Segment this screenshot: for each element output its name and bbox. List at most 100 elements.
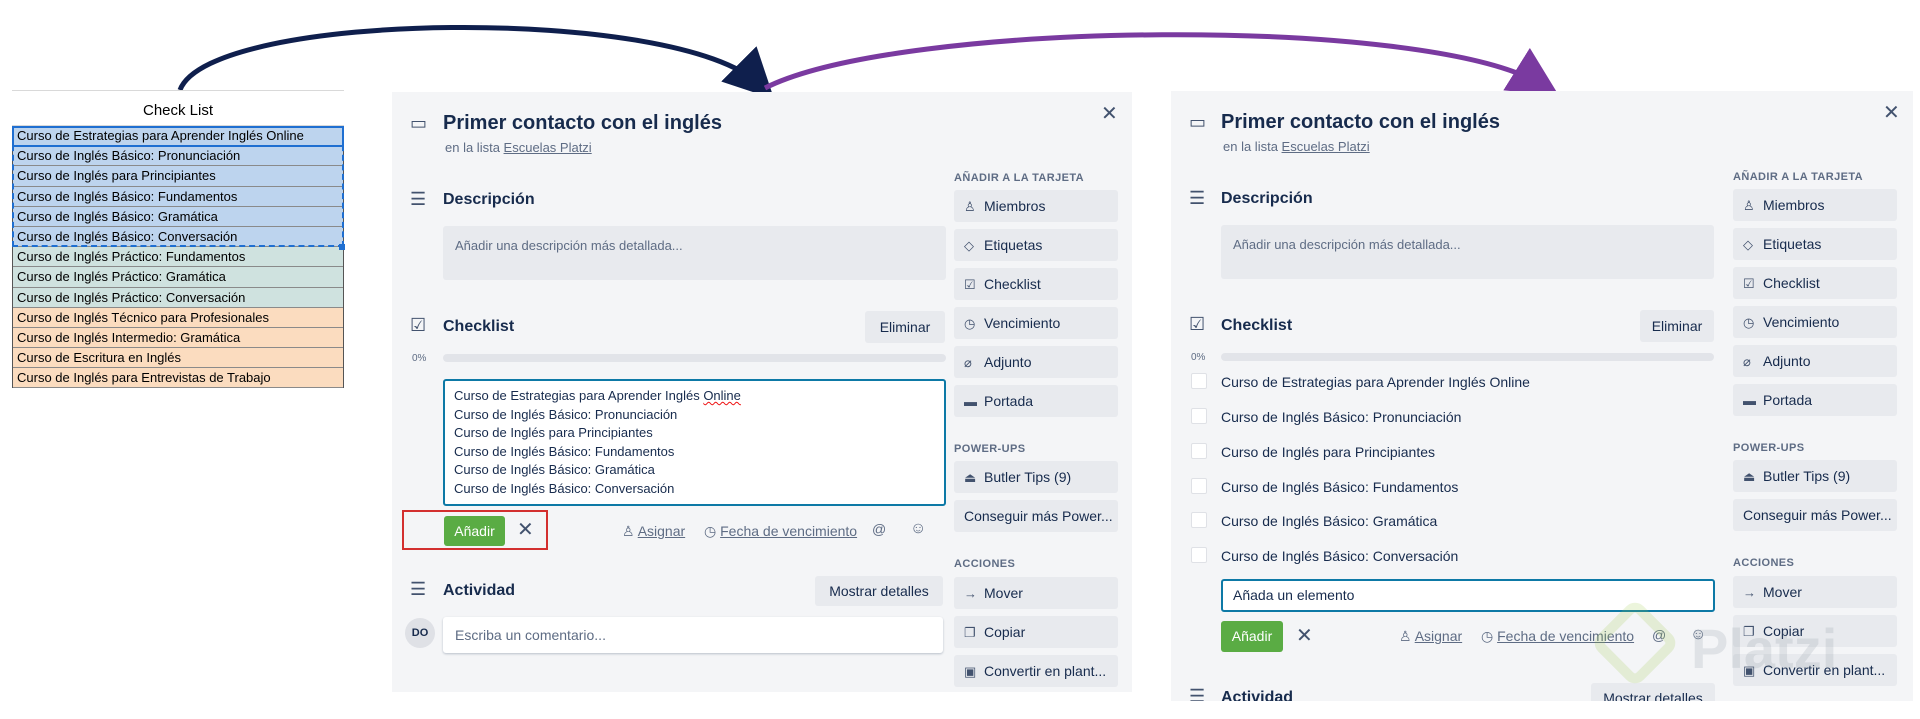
- copy-icon: ❐: [964, 625, 976, 640]
- textarea-line: Curso de Inglés para Principiantes: [454, 425, 653, 440]
- checklist-item[interactable]: Curso de Estrategias para Aprender Inglé…: [1221, 374, 1530, 390]
- button-label: Miembros: [984, 198, 1046, 214]
- members-button[interactable]: ♙ Miembros: [1733, 189, 1897, 221]
- show-details-button[interactable]: Mostrar detalles: [1591, 683, 1715, 701]
- flow-arrows: [177, 25, 1559, 100]
- attachment-button[interactable]: ⌀ Adjunto: [1733, 345, 1897, 377]
- activity-icon: ☰: [1189, 686, 1206, 701]
- actions-heading: ACCIONES: [954, 558, 1016, 570]
- arrow-sheet-to-card: [177, 25, 775, 100]
- add-item-button[interactable]: Añadir: [1221, 621, 1283, 652]
- clock-icon: ◷: [1743, 315, 1755, 330]
- sheet-cell[interactable]: Curso de Inglés para Entrevistas de Trab…: [13, 368, 343, 389]
- close-icon[interactable]: ✕: [1883, 103, 1900, 123]
- checklist-item[interactable]: Curso de Inglés Básico: Pronunciación: [1221, 409, 1461, 425]
- move-button[interactable]: → Mover: [954, 577, 1118, 609]
- item-checkbox[interactable]: [1191, 547, 1207, 563]
- sheet-cell[interactable]: Curso de Inglés para Principiantes: [13, 166, 343, 187]
- labels-button[interactable]: ◇ Etiquetas: [1733, 228, 1897, 260]
- checkbox-icon: ☑: [964, 277, 976, 292]
- sheet-cell[interactable]: Curso de Inglés Práctico: Fundamentos: [13, 247, 343, 268]
- arrow-right-icon: →: [964, 586, 977, 601]
- avatar[interactable]: DO: [405, 618, 435, 648]
- textarea-line: Curso de Estrategias para Aprender Inglé…: [454, 388, 704, 403]
- item-checkbox[interactable]: [1191, 512, 1207, 528]
- cancel-icon[interactable]: ✕: [517, 520, 534, 540]
- item-checkbox[interactable]: [1191, 443, 1207, 459]
- comment-input[interactable]: Escriba un comentario...: [443, 617, 943, 653]
- card-title[interactable]: Primer contacto con el inglés: [443, 112, 722, 135]
- textarea-line: Curso de Inglés Básico: Fundamentos: [454, 443, 675, 459]
- sheet-header: Check List: [12, 96, 344, 126]
- assign-button[interactable]: ♙ Asignar: [1399, 628, 1462, 645]
- progress-label: 0%: [412, 353, 427, 364]
- cover-button[interactable]: ▬ Portada: [1733, 384, 1897, 416]
- sheet-cell[interactable]: Curso de Inglés Básico: Gramática: [13, 206, 343, 227]
- cancel-icon[interactable]: ✕: [1296, 626, 1313, 646]
- due-date-label: Fecha de vencimiento: [720, 523, 858, 539]
- show-details-button[interactable]: Mostrar detalles: [815, 576, 943, 606]
- add-item-button[interactable]: Añadir: [444, 516, 505, 546]
- mention-icon[interactable]: @: [872, 521, 886, 537]
- card-icon: ▭: [1189, 112, 1207, 132]
- butler-tips-button[interactable]: ⏏ Butler Tips (9): [1733, 460, 1897, 492]
- close-icon[interactable]: ✕: [1101, 104, 1118, 124]
- checklist-item[interactable]: Curso de Inglés para Principiantes: [1221, 444, 1435, 460]
- attachment-button[interactable]: ⌀ Adjunto: [954, 346, 1118, 378]
- textarea-line: Curso de Inglés Básico: Conversación: [454, 480, 675, 496]
- button-label: Checklist: [984, 276, 1041, 292]
- sheet-cell[interactable]: Curso de Inglés Intermedio: Gramática: [13, 327, 343, 349]
- textarea-line: Curso de Inglés Básico: Gramática: [454, 462, 655, 477]
- due-date-sidebar-button[interactable]: ◷ Vencimiento: [1733, 306, 1897, 338]
- emoji-icon[interactable]: ☺: [910, 520, 926, 538]
- due-date-sidebar-button[interactable]: ◷ Vencimiento: [954, 307, 1118, 339]
- more-powerups-button[interactable]: Conseguir más Power...: [1733, 499, 1897, 531]
- delete-checklist-button[interactable]: Eliminar: [865, 311, 945, 343]
- sheet-cell[interactable]: Curso de Inglés Técnico para Profesional…: [13, 307, 343, 328]
- cover-icon: ▬: [1743, 393, 1756, 408]
- fill-handle[interactable]: [339, 244, 345, 250]
- card-icon: ▭: [410, 113, 428, 133]
- checklist-item-textarea[interactable]: Curso de Estrategias para Aprender Inglé…: [443, 379, 946, 506]
- butler-icon: ⏏: [964, 470, 977, 485]
- checklist-item[interactable]: Curso de Inglés Básico: Gramática: [1221, 513, 1437, 529]
- item-checkbox[interactable]: [1191, 408, 1207, 424]
- due-date-button[interactable]: ◷ Fecha de vencimiento: [704, 523, 857, 540]
- sheet-cell[interactable]: Curso de Escritura en Inglés: [13, 348, 343, 369]
- spreadsheet: Check List Curso de Estrategias para Apr…: [12, 90, 345, 389]
- description-input[interactable]: Añadir una descripción más detallada...: [1221, 225, 1714, 279]
- more-powerups-button[interactable]: Conseguir más Power...: [954, 500, 1118, 532]
- item-checkbox[interactable]: [1191, 478, 1207, 494]
- list-link[interactable]: Escuelas Platzi: [1282, 139, 1370, 154]
- copy-button[interactable]: ❐ Copiar: [954, 616, 1118, 648]
- move-button[interactable]: → Mover: [1733, 576, 1897, 608]
- powerups-heading: POWER-UPS: [954, 443, 1026, 455]
- checklist-button[interactable]: ☑ Checklist: [954, 268, 1118, 300]
- delete-checklist-button[interactable]: Eliminar: [1640, 310, 1714, 342]
- checklist-button[interactable]: ☑ Checklist: [1733, 267, 1897, 299]
- person-icon: ♙: [964, 199, 976, 214]
- assign-button[interactable]: ♙ Asignar: [622, 523, 685, 540]
- card-title[interactable]: Primer contacto con el inglés: [1221, 111, 1500, 134]
- checklist-item[interactable]: Curso de Inglés Básico: Fundamentos: [1221, 479, 1458, 495]
- description-input[interactable]: Añadir una descripción más detallada...: [443, 226, 946, 280]
- sheet-cell[interactable]: Curso de Inglés Práctico: Conversación: [13, 287, 343, 308]
- sheet-cell[interactable]: Curso de Inglés Básico: Conversación: [13, 226, 343, 248]
- cover-button[interactable]: ▬ Portada: [954, 385, 1118, 417]
- item-checkbox[interactable]: [1191, 373, 1207, 389]
- checklist-item[interactable]: Curso de Inglés Básico: Conversación: [1221, 548, 1458, 564]
- sheet-rows: Curso de Estrategias para Aprender Inglé…: [12, 126, 344, 389]
- template-button[interactable]: ▣ Convertir en plant...: [954, 655, 1118, 687]
- button-label: Etiquetas: [984, 237, 1043, 253]
- clock-icon: ◷: [704, 523, 717, 539]
- sheet-cell[interactable]: Curso de Inglés Práctico: Gramática: [13, 267, 343, 288]
- sheet-cell[interactable]: Curso de Inglés Básico: Pronunciación: [13, 146, 343, 167]
- labels-button[interactable]: ◇ Etiquetas: [954, 229, 1118, 261]
- button-label: Convertir en plant...: [984, 663, 1107, 679]
- butler-tips-button[interactable]: ⏏ Butler Tips (9): [954, 461, 1118, 493]
- progress-label: 0%: [1191, 352, 1206, 363]
- activity-heading: Actividad: [443, 582, 516, 599]
- list-link[interactable]: Escuelas Platzi: [504, 140, 592, 155]
- members-button[interactable]: ♙ Miembros: [954, 190, 1118, 222]
- sheet-cell[interactable]: Curso de Inglés Básico: Fundamentos: [13, 186, 343, 207]
